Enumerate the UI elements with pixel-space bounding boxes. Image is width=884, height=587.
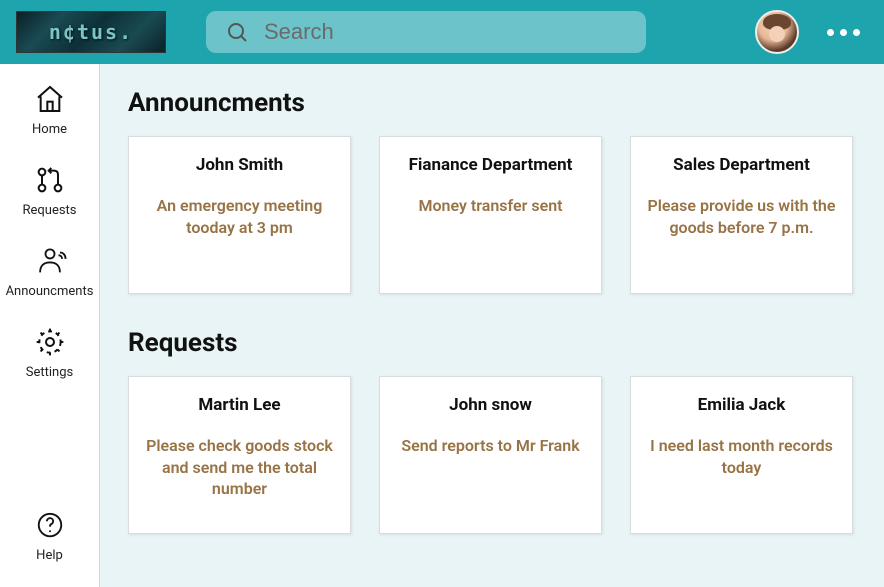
card-title: Fianance Department <box>392 155 589 175</box>
request-card[interactable]: Martin Lee Please check goods stock and … <box>128 376 351 534</box>
announcement-card[interactable]: Fianance Department Money transfer sent <box>379 136 602 294</box>
search-box[interactable] <box>206 11 646 53</box>
card-title: John snow <box>392 395 589 415</box>
card-body: I need last month records today <box>643 435 840 478</box>
card-title: Sales Department <box>643 155 840 175</box>
card-body: Please check goods stock and send me the… <box>141 435 338 500</box>
main-content: Announcments John Smith An emergency mee… <box>100 64 884 587</box>
gear-icon <box>33 325 67 359</box>
search-input[interactable] <box>264 19 632 45</box>
avatar[interactable] <box>755 10 799 54</box>
sidebar-item-label: Help <box>36 548 63 563</box>
section-title-announcements: Announcments <box>128 88 856 118</box>
card-body: Send reports to Mr Frank <box>392 435 589 457</box>
top-header: n¢tus. <box>0 0 884 64</box>
sidebar-item-announcements[interactable]: Announcments <box>0 244 99 299</box>
announcements-row: John Smith An emergency meeting tooday a… <box>128 136 856 294</box>
card-body: Please provide us with the goods before … <box>643 195 840 238</box>
sidebar: Home Requests <box>0 64 100 587</box>
sidebar-item-requests[interactable]: Requests <box>0 163 99 218</box>
section-title-requests: Requests <box>128 328 856 358</box>
header-right <box>755 10 868 54</box>
home-icon <box>33 82 67 116</box>
search-icon <box>220 15 254 49</box>
card-title: Martin Lee <box>141 395 338 415</box>
card-title: John Smith <box>141 155 338 175</box>
more-icon[interactable] <box>819 21 868 44</box>
sidebar-item-settings[interactable]: Settings <box>0 325 99 380</box>
app-logo: n¢tus. <box>16 11 166 53</box>
help-icon <box>33 508 67 542</box>
sidebar-item-help[interactable]: Help <box>0 508 99 563</box>
sidebar-item-label: Settings <box>26 365 73 380</box>
request-card[interactable]: John snow Send reports to Mr Frank <box>379 376 602 534</box>
request-card[interactable]: Emilia Jack I need last month records to… <box>630 376 853 534</box>
card-title: Emilia Jack <box>643 395 840 415</box>
sidebar-item-label: Announcments <box>6 284 94 299</box>
requests-row: Martin Lee Please check goods stock and … <box>128 376 856 534</box>
announcement-icon <box>33 244 67 278</box>
card-body: Money transfer sent <box>392 195 589 217</box>
sidebar-item-label: Home <box>32 122 67 137</box>
pull-request-icon <box>33 163 67 197</box>
sidebar-item-home[interactable]: Home <box>0 82 99 137</box>
announcement-card[interactable]: John Smith An emergency meeting tooday a… <box>128 136 351 294</box>
card-body: An emergency meeting tooday at 3 pm <box>141 195 338 238</box>
sidebar-item-label: Requests <box>22 203 76 218</box>
announcement-card[interactable]: Sales Department Please provide us with … <box>630 136 853 294</box>
